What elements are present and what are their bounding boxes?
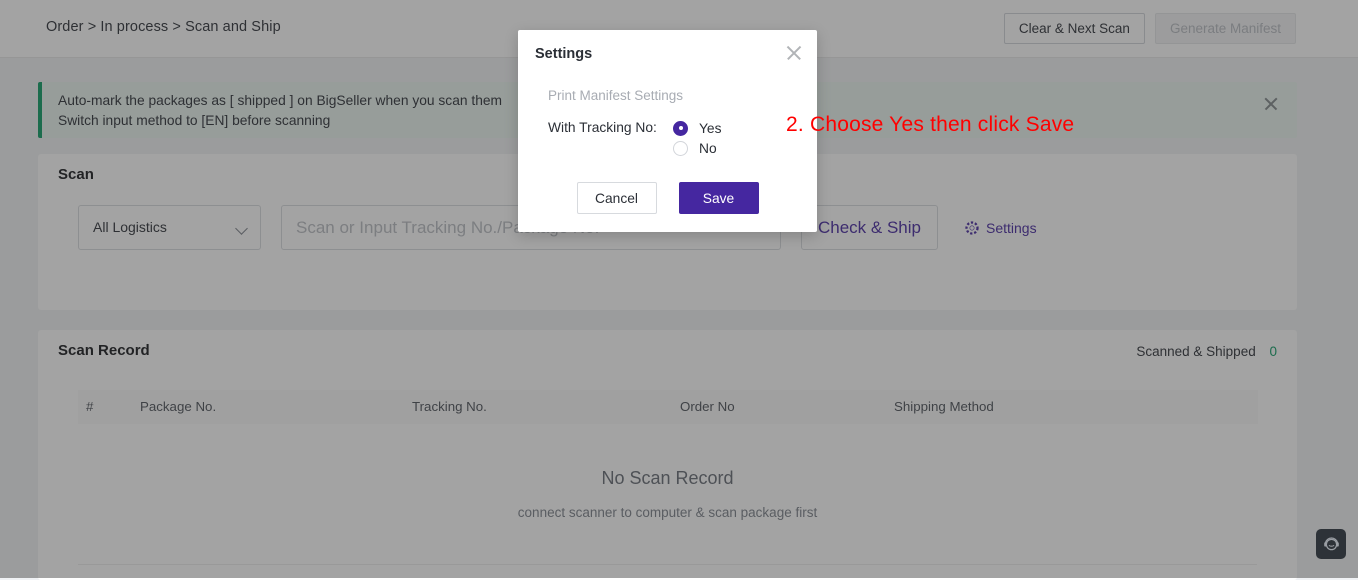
with-tracking-no-radio-group: Yes No (673, 118, 722, 158)
radio-no-label: No (699, 141, 717, 156)
annotation-step-2: 2. Choose Yes then click Save (786, 113, 1074, 137)
dialog-footer: Cancel Save (518, 182, 817, 214)
radio-yes-indicator[interactable] (673, 121, 688, 136)
radio-no-indicator[interactable] (673, 141, 688, 156)
cancel-button[interactable]: Cancel (577, 182, 657, 214)
radio-yes-label: Yes (699, 121, 722, 136)
headset-icon (1322, 535, 1341, 554)
close-icon[interactable] (785, 44, 803, 62)
radio-option-yes[interactable]: Yes (673, 118, 722, 138)
with-tracking-no-label: With Tracking No: (548, 118, 668, 138)
settings-dialog: Settings Print Manifest Settings With Tr… (518, 30, 817, 232)
dialog-title: Settings (535, 46, 592, 62)
support-widget-button[interactable] (1316, 529, 1346, 559)
radio-option-no[interactable]: No (673, 138, 722, 158)
print-manifest-settings-label: Print Manifest Settings (548, 88, 683, 103)
save-button[interactable]: Save (679, 182, 759, 214)
